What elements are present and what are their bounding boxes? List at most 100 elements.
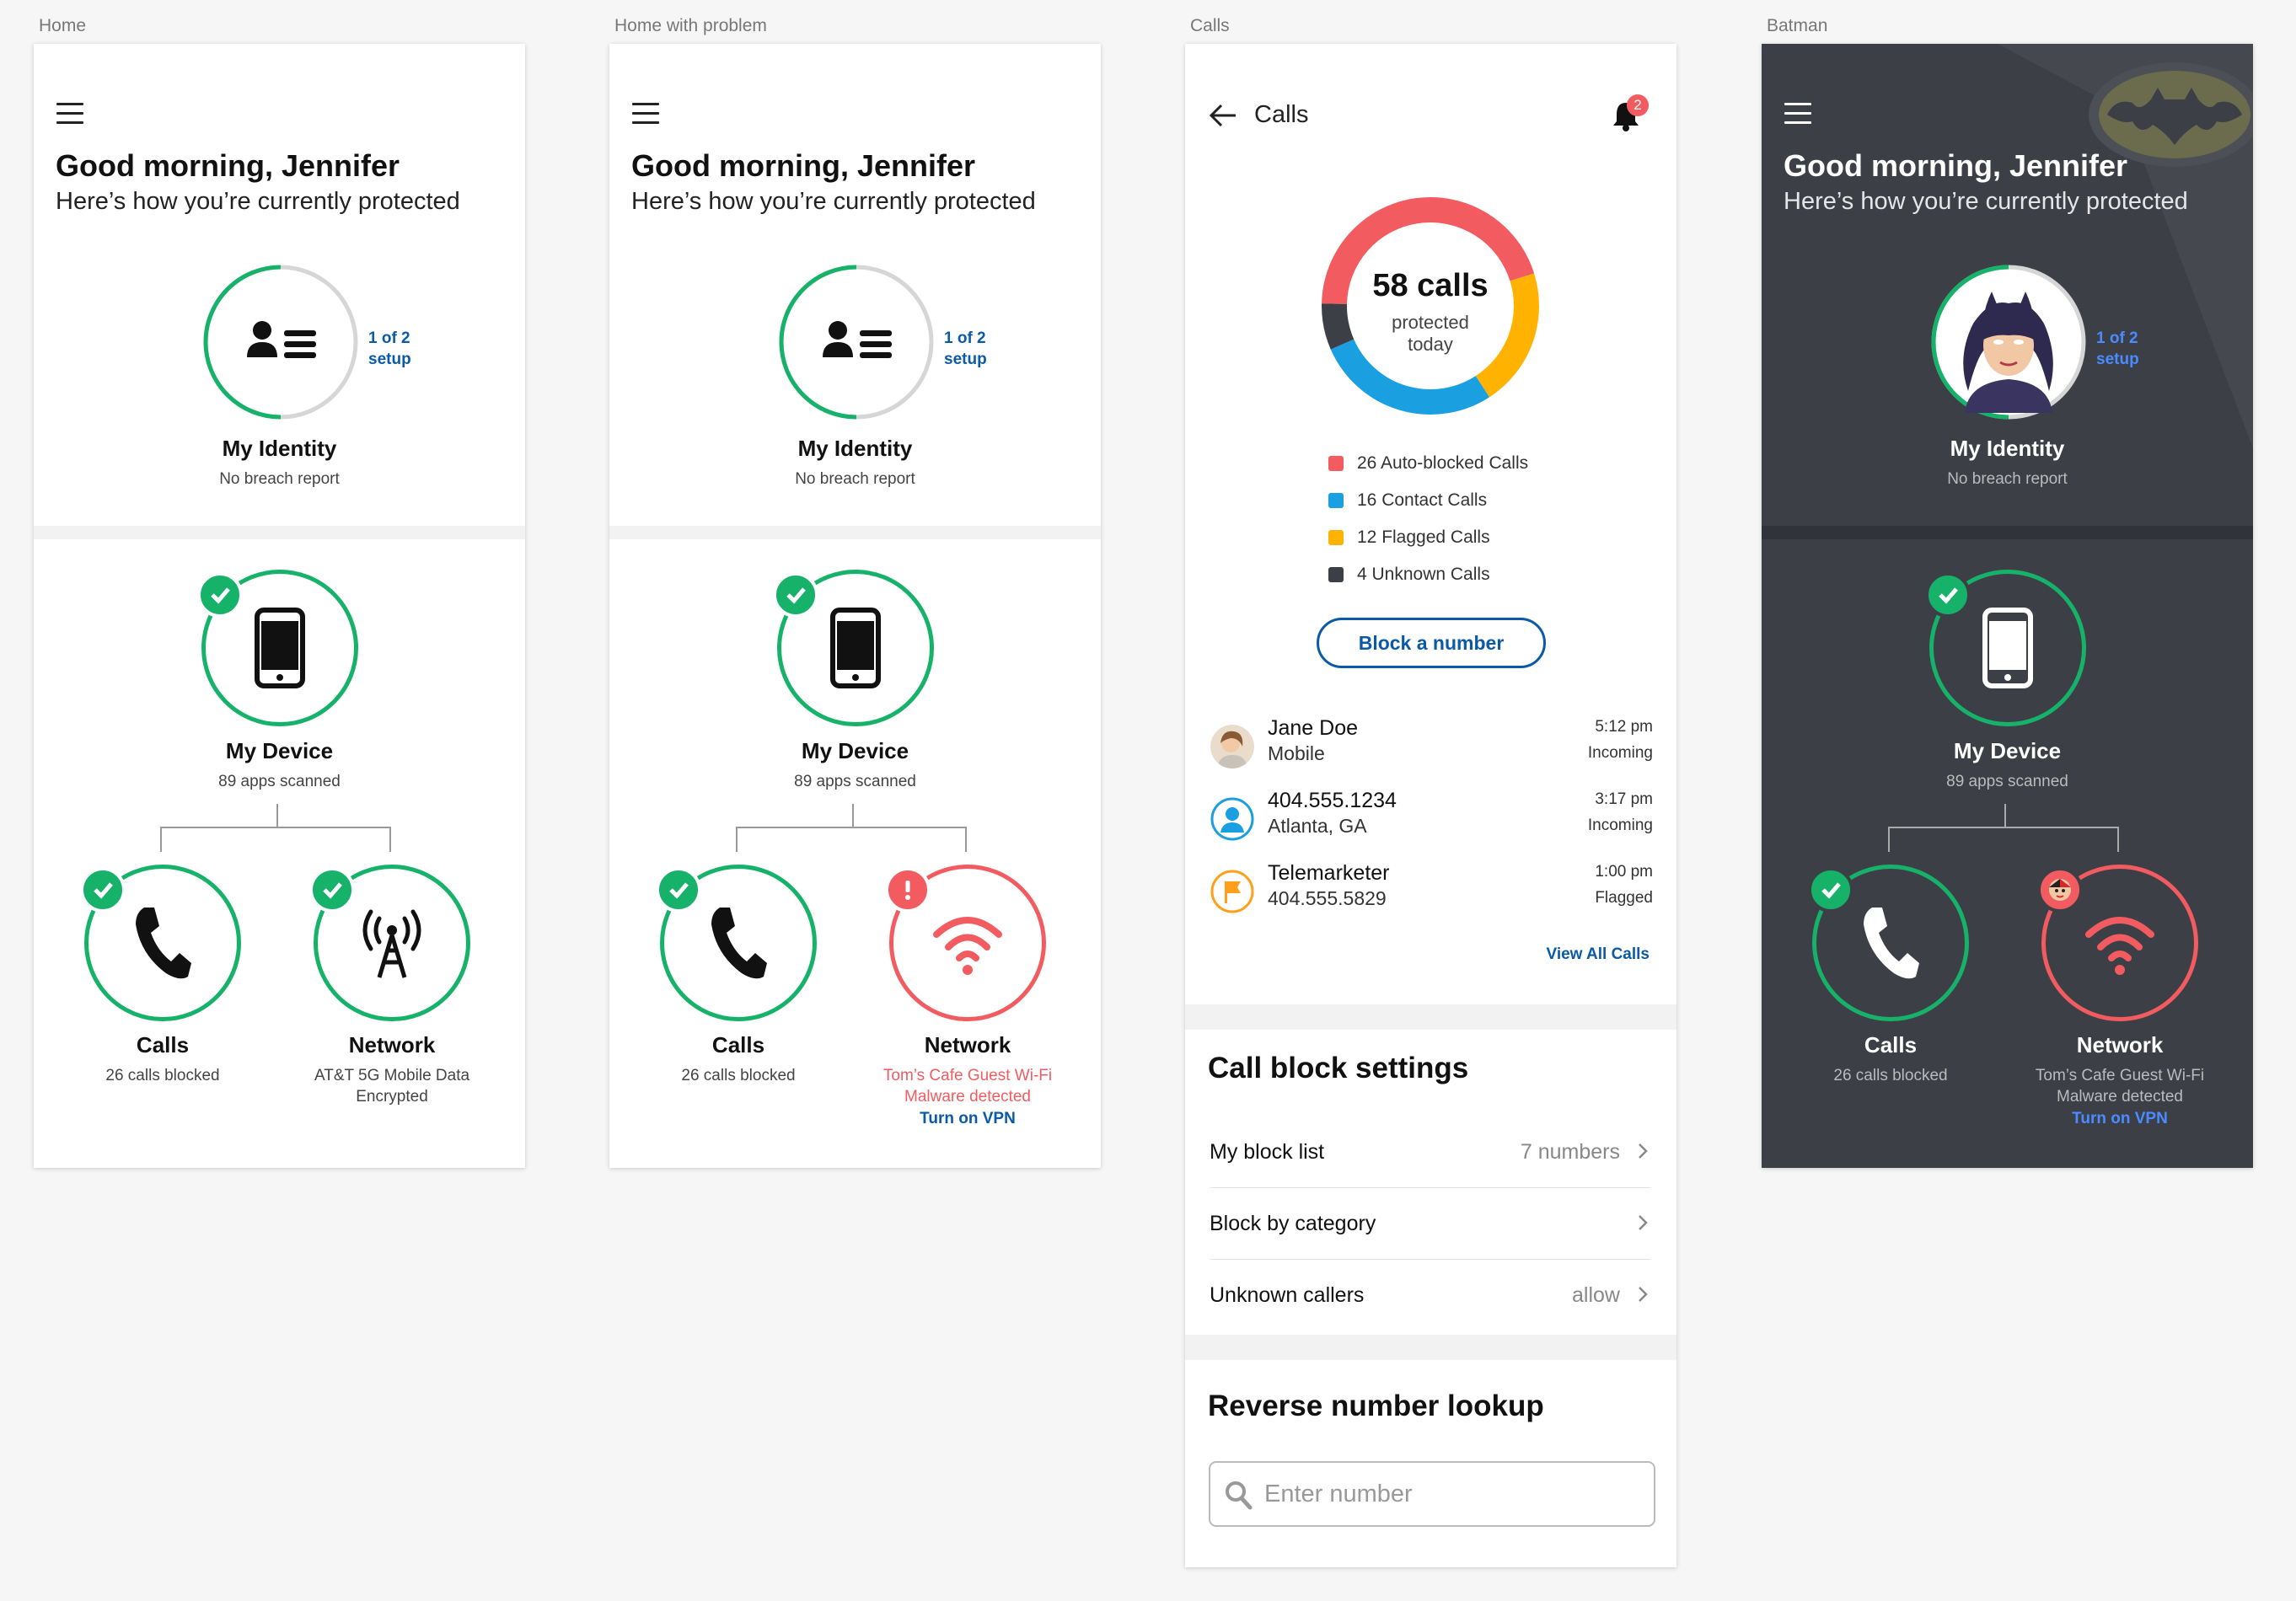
call-name: Jane Doe [1268, 716, 1359, 740]
calls-status: 26 calls blocked [105, 1067, 220, 1084]
call-type: Incoming [1587, 817, 1653, 834]
calls-status: 26 calls blocked [1833, 1067, 1948, 1084]
identity-setup-progress[interactable]: 1 of 2 setup [368, 328, 411, 370]
legend-swatch [1328, 530, 1344, 545]
cell-tower-icon [362, 909, 421, 978]
artboard-label-batman: Batman [1767, 16, 1828, 35]
home-screen: Good morning, Jennifer Here’s how you’re… [34, 44, 525, 1168]
reverse-lookup-title: Reverse number lookup [1208, 1389, 1544, 1422]
chevron-right-icon [1639, 1215, 1648, 1230]
smartphone-icon [255, 608, 305, 688]
network-malware-warning: Malware detected [904, 1088, 1031, 1106]
call-time: 1:00 pm [1595, 863, 1653, 881]
device-ok-check-icon [197, 572, 243, 618]
page-title: Calls [1254, 101, 1309, 128]
view-all-calls-link[interactable]: View All Calls [1547, 945, 1650, 964]
identity-title: My Identity [222, 436, 337, 461]
donut-count: 58 calls [1372, 268, 1489, 303]
batgirl-avatar-ring[interactable] [1931, 265, 2086, 420]
device-status: 89 apps scanned [794, 773, 916, 790]
calls-ok-check-icon [80, 867, 126, 913]
subtitle: Here’s how you’re currently protected [1784, 188, 2188, 215]
network-status-line1: AT&T 5G Mobile Data [314, 1067, 470, 1084]
phone-handset-icon [711, 908, 767, 979]
identity-progress-ring[interactable] [779, 265, 934, 420]
settings-row-unknown-callers[interactable]: Unknown callers allow [1210, 1260, 1650, 1331]
greeting: Good morning, Jennifer [1784, 148, 2128, 183]
call-row-atlanta[interactable]: 404.555.1234 Atlanta, GA 3:17 pm Incomin… [1210, 789, 1653, 848]
artboard-label-home-problem: Home with problem [614, 16, 767, 35]
tree-connector [1888, 827, 2119, 852]
device-title: My Device [801, 738, 909, 763]
calls-title: Calls [1864, 1032, 1918, 1058]
smartphone-icon [830, 608, 881, 688]
call-name: 404.555.1234 [1268, 789, 1397, 812]
network-title: Network [348, 1032, 436, 1058]
artboard-label-home: Home [39, 16, 87, 35]
legend-swatch [1328, 493, 1344, 508]
setting-label: My block list [1210, 1140, 1325, 1164]
call-name: Telemarketer [1268, 861, 1390, 885]
subtitle: Here’s how you’re currently protected [56, 188, 460, 215]
reverse-lookup-search[interactable] [1209, 1461, 1655, 1527]
call-type: Flagged [1595, 889, 1653, 907]
number-input[interactable] [1264, 1476, 1635, 1512]
call-row-telemarketer[interactable]: Telemarketer 404.555.5829 1:00 pm Flagge… [1210, 861, 1653, 920]
identity-title: My Identity [1950, 436, 2065, 461]
legend-swatch [1328, 567, 1344, 582]
tree-line [276, 804, 278, 827]
batman-screen: Good morning, Jennifer Here’s how you’re… [1762, 44, 2253, 1168]
tree-line [2004, 804, 2006, 827]
network-title: Network [2076, 1032, 2164, 1058]
call-block-settings-title: Call block settings [1208, 1052, 1469, 1084]
tree-line [852, 804, 854, 827]
tree-connector [160, 827, 391, 852]
call-sub: Atlanta, GA [1268, 815, 1367, 837]
legend-unknown: 4 Unknown Calls [1328, 565, 1490, 585]
turn-on-vpn-link[interactable]: Turn on VPN [2006, 1110, 2234, 1128]
call-type: Incoming [1587, 744, 1653, 762]
hamburger-menu-icon[interactable] [56, 103, 83, 125]
smartphone-icon [1982, 608, 2033, 688]
identity-progress-ring[interactable] [203, 265, 358, 420]
device-ok-check-icon [773, 572, 818, 618]
chevron-right-icon [1639, 1143, 1648, 1159]
tree-connector [736, 827, 967, 852]
wifi-icon [933, 917, 1002, 975]
turn-on-vpn-link[interactable]: Turn on VPN [854, 1110, 1081, 1128]
identity-setup-progress[interactable]: 1 of 2 setup [944, 328, 987, 370]
section-divider [34, 526, 525, 539]
identity-section: Good morning, Jennifer Here’s how you’re… [34, 44, 525, 526]
legend-auto-blocked: 26 Auto-blocked Calls [1328, 453, 1528, 474]
back-arrow-icon[interactable] [1209, 103, 1237, 128]
donut-line2: today [1408, 334, 1453, 355]
contact-person-icon [1210, 797, 1254, 841]
block-number-button[interactable]: Block a number [1317, 618, 1546, 668]
greeting: Good morning, Jennifer [56, 148, 400, 183]
call-sub: 404.555.5829 [1268, 887, 1387, 909]
section-divider [1185, 1004, 1676, 1030]
settings-row-block-category[interactable]: Block by category [1210, 1188, 1650, 1260]
settings-row-block-list[interactable]: My block list 7 numbers [1210, 1116, 1650, 1188]
identity-setup-progress[interactable]: 1 of 2 setup [2096, 328, 2139, 370]
section-divider [1185, 1335, 1676, 1360]
phone-handset-icon [1864, 908, 1919, 979]
phone-handset-icon [136, 908, 191, 979]
call-sub: Mobile [1268, 742, 1325, 764]
device-title: My Device [225, 738, 334, 763]
hamburger-menu-icon[interactable] [1784, 103, 1811, 125]
calls-title: Calls [711, 1032, 765, 1058]
call-row-jane[interactable]: Jane Doe Mobile 5:12 pm Incoming [1210, 716, 1653, 775]
identity-status: No breach report [219, 470, 340, 488]
donut-line1: protected [1392, 312, 1469, 333]
artboard-label-calls: Calls [1190, 16, 1230, 35]
device-status: 89 apps scanned [218, 773, 341, 790]
setting-value: allow [1572, 1283, 1620, 1307]
identity-status: No breach report [795, 470, 915, 488]
network-ok-check-icon [309, 867, 355, 913]
flag-icon [1210, 870, 1254, 913]
harley-quinn-alert-icon [2037, 867, 2083, 913]
identity-section: Good morning, Jennifer Here’s how you’re… [609, 44, 1101, 526]
hamburger-menu-icon[interactable] [632, 103, 659, 125]
calls-title: Calls [136, 1032, 190, 1058]
